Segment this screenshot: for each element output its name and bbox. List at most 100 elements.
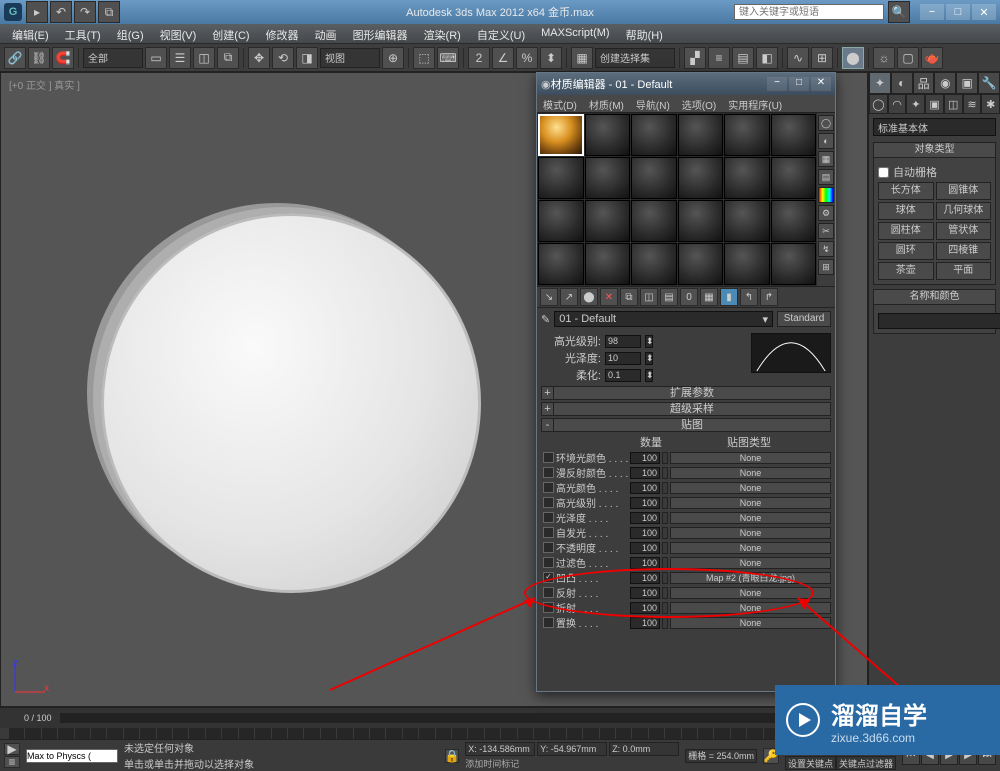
map-checkbox[interactable] — [543, 452, 554, 463]
map-checkbox[interactable] — [543, 497, 554, 508]
show-end-result-button[interactable]: ▮ — [720, 288, 738, 306]
render-setup-button[interactable]: ☼ — [873, 47, 895, 69]
map-slot-button[interactable]: None — [670, 512, 831, 524]
move-button[interactable]: ✥ — [248, 47, 270, 69]
material-editor-button[interactable]: ⬤ — [842, 47, 864, 69]
map-slot-button[interactable]: None — [670, 482, 831, 494]
menu-tools[interactable]: 工具(T) — [57, 24, 109, 43]
primitive-button[interactable]: 圆柱体 — [878, 222, 934, 240]
material-slot[interactable] — [585, 157, 631, 199]
material-slot[interactable] — [631, 157, 677, 199]
map-amount-spinner[interactable]: 100 — [630, 527, 660, 539]
map-slot-button[interactable]: None — [670, 617, 831, 629]
mat-menu-util[interactable]: 实用程序(U) — [722, 95, 788, 112]
map-amount-spinner[interactable]: 100 — [630, 452, 660, 464]
hierarchy-tab[interactable]: 品 — [913, 72, 935, 94]
map-checkbox[interactable] — [543, 542, 554, 553]
make-copy-button[interactable]: ⧉ — [620, 288, 638, 306]
material-slot[interactable] — [585, 243, 631, 285]
select-button[interactable]: ▭ — [145, 47, 167, 69]
spinner-arrows[interactable] — [662, 587, 668, 599]
matid-icon[interactable]: ↯ — [818, 241, 834, 257]
material-slot[interactable] — [724, 157, 770, 199]
spinner-arrows[interactable] — [662, 602, 668, 614]
map-slot-button[interactable]: Map #2 (青眼白龙.jpg) — [670, 572, 831, 584]
render-button[interactable]: 🫖 — [921, 47, 943, 69]
background-icon[interactable]: ▦ — [818, 151, 834, 167]
select-by-mat-icon[interactable]: ✂ — [818, 223, 834, 239]
viewport-label[interactable]: [+0 正交 ] 真实 ] — [9, 77, 80, 92]
layers-button[interactable]: ▤ — [732, 47, 754, 69]
spinner-arrows[interactable] — [662, 497, 668, 509]
reset-button[interactable]: ✕ — [600, 288, 618, 306]
map-slot-button[interactable]: None — [670, 497, 831, 509]
spinner-arrows[interactable] — [662, 452, 668, 464]
timeline-config-icon[interactable]: ▶ — [4, 743, 20, 755]
material-slot[interactable] — [724, 200, 770, 242]
map-checkbox[interactable] — [543, 512, 554, 523]
material-slot[interactable] — [678, 114, 724, 156]
put-material-button[interactable]: ↗ — [560, 288, 578, 306]
unlink-button[interactable]: ⛓ — [28, 47, 50, 69]
create-tab[interactable]: ✦ — [869, 72, 891, 94]
assign-button[interactable]: ⬤ — [580, 288, 598, 306]
spinner-arrows[interactable] — [662, 467, 668, 479]
mateditor-maximize[interactable]: □ — [789, 77, 809, 91]
map-checkbox[interactable] — [543, 482, 554, 493]
menu-edit[interactable]: 编辑(E) — [4, 24, 57, 43]
close-button[interactable]: ✕ — [972, 4, 996, 20]
map-amount-spinner[interactable]: 100 — [630, 482, 660, 494]
qat-button[interactable]: ▸ — [26, 1, 48, 23]
snap-percent-button[interactable]: % — [516, 47, 538, 69]
primitive-button[interactable]: 圆锥体 — [936, 182, 992, 200]
maps-rollout[interactable]: -贴图 — [541, 418, 831, 432]
utilities-tab[interactable]: 🔧 — [978, 72, 1000, 94]
material-slot[interactable] — [631, 243, 677, 285]
menu-render[interactable]: 渲染(R) — [416, 24, 469, 43]
map-checkbox[interactable] — [543, 467, 554, 478]
align-button[interactable]: ≡ — [708, 47, 730, 69]
material-type-button[interactable]: Standard — [777, 311, 831, 327]
make-unique-button[interactable]: ◫ — [640, 288, 658, 306]
spinner-arrows[interactable] — [662, 482, 668, 494]
link-button[interactable]: 🔗 — [4, 47, 26, 69]
selection-filter[interactable]: 全部 — [83, 48, 143, 68]
ref-coord-dropdown[interactable]: 视图 — [320, 48, 380, 68]
sample-type-icon[interactable]: ◯ — [818, 115, 834, 131]
coord-y[interactable]: Y: -54.967mm — [537, 742, 607, 756]
bind-button[interactable]: 🧲 — [52, 47, 74, 69]
video-color-icon[interactable] — [818, 187, 834, 203]
select-region-button[interactable]: ◫ — [193, 47, 215, 69]
menu-help[interactable]: 帮助(H) — [618, 24, 671, 43]
map-slot-button[interactable]: None — [670, 527, 831, 539]
material-slot[interactable] — [538, 243, 584, 285]
search-icon[interactable]: 🔍 — [888, 1, 910, 23]
select-manipulate-button[interactable]: ⬚ — [413, 47, 435, 69]
setkey-button[interactable]: 设置关键点 — [785, 756, 836, 770]
material-slot[interactable] — [631, 114, 677, 156]
curve-editor-button[interactable]: ∿ — [787, 47, 809, 69]
map-amount-spinner[interactable]: 100 — [630, 512, 660, 524]
helpers-subtab[interactable]: ◫ — [944, 94, 963, 114]
restore-button[interactable]: □ — [946, 4, 970, 20]
undo-button[interactable]: ↶ — [50, 1, 72, 23]
map-checkbox[interactable] — [543, 557, 554, 568]
mat-menu-material[interactable]: 材质(M) — [583, 95, 630, 112]
map-checkbox[interactable] — [543, 602, 554, 613]
material-slot[interactable] — [678, 200, 724, 242]
matid-channel-button[interactable]: 0 — [680, 288, 698, 306]
primitive-button[interactable]: 茶壶 — [878, 262, 934, 280]
material-slot[interactable] — [631, 200, 677, 242]
primitive-button[interactable]: 圆环 — [878, 242, 934, 260]
coord-x[interactable]: X: -134.586mm — [465, 742, 535, 756]
mat-menu-nav[interactable]: 导航(N) — [630, 95, 676, 112]
extended-params-rollout[interactable]: +扩展参数 — [541, 386, 831, 400]
timeline-config-icon-2[interactable]: ≡ — [4, 756, 20, 768]
spinner-arrows[interactable] — [662, 512, 668, 524]
mat-menu-mode[interactable]: 模式(D) — [537, 95, 583, 112]
menu-graph[interactable]: 图形编辑器 — [345, 24, 416, 43]
map-slot-button[interactable]: None — [670, 602, 831, 614]
snap-2d-button[interactable]: 2 — [468, 47, 490, 69]
autogrid-checkbox[interactable] — [878, 167, 889, 178]
map-checkbox[interactable] — [543, 587, 554, 598]
